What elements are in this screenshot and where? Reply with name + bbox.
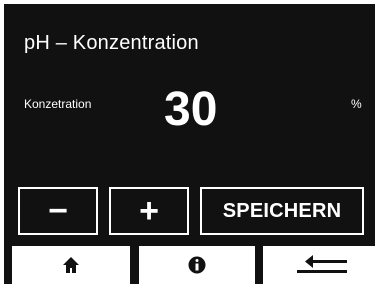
- info-button[interactable]: [139, 246, 255, 284]
- save-button[interactable]: SPEICHERN: [200, 187, 364, 235]
- increase-button[interactable]: +: [109, 187, 189, 235]
- back-button[interactable]: [263, 246, 375, 284]
- return-arrow-icon: [289, 255, 349, 275]
- display-screen: pH – Konzentration Konzetration 30 %: [4, 4, 375, 284]
- home-button[interactable]: [12, 246, 130, 284]
- concentration-value: 30: [164, 83, 218, 136]
- unit-label: %: [351, 97, 362, 111]
- page-title: pH – Konzentration: [24, 32, 199, 54]
- home-icon: [62, 256, 80, 274]
- decrease-button[interactable]: −: [18, 187, 98, 235]
- concentration-label: Konzetration: [24, 97, 92, 111]
- info-icon: [188, 256, 206, 274]
